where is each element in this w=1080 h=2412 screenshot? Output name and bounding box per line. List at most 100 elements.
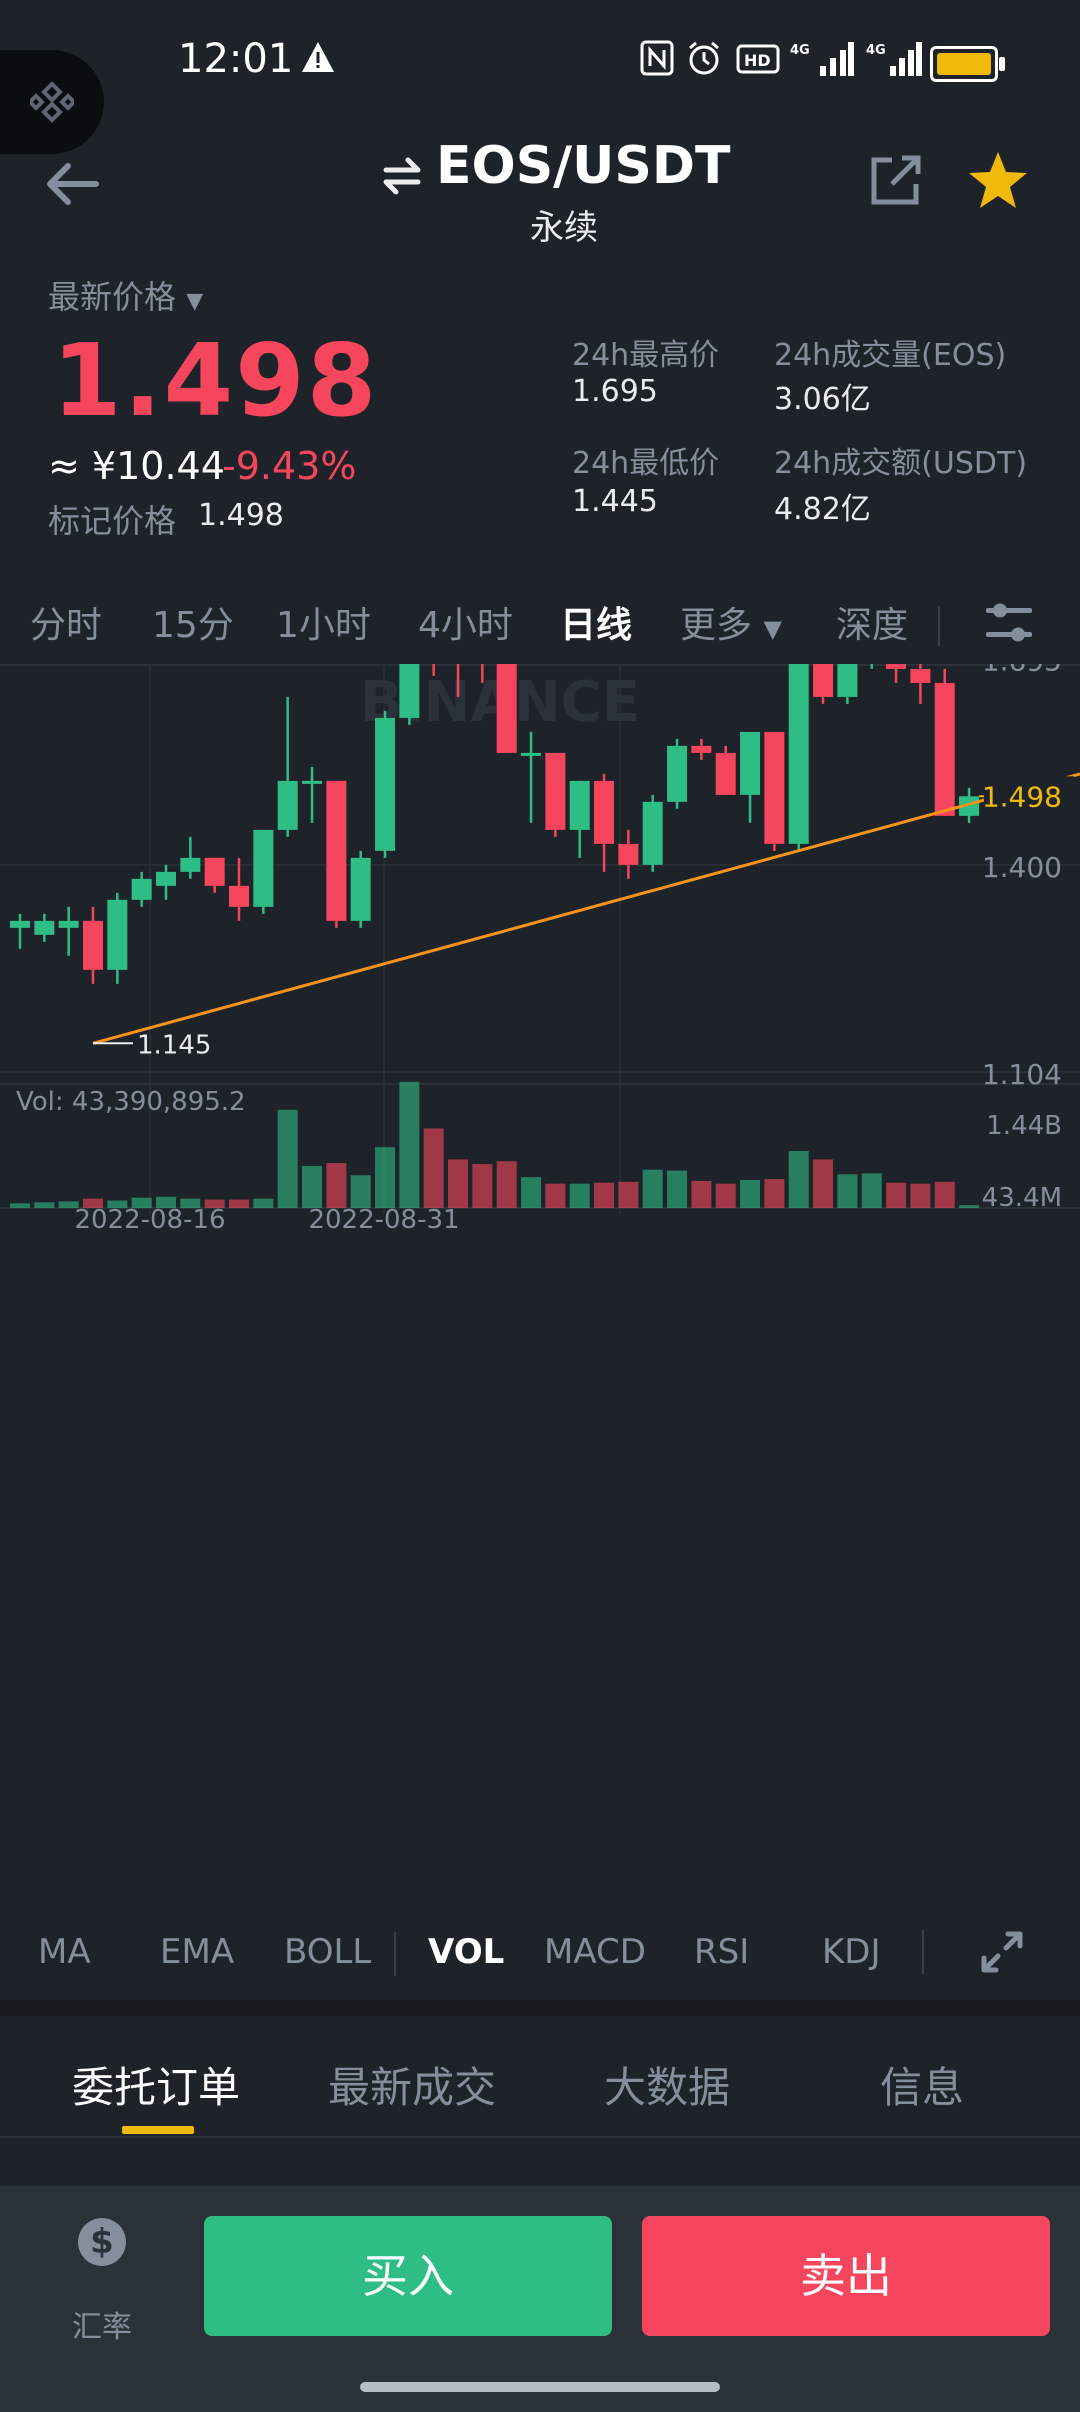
y-tick-label: 1.400 — [982, 851, 1062, 884]
favorite-star-icon[interactable] — [966, 148, 1030, 212]
volume-bar — [788, 1150, 809, 1208]
low-value: 1.445 — [572, 484, 658, 519]
tab-15m[interactable]: 15分 — [152, 596, 234, 648]
candle-body — [10, 920, 30, 928]
tab-more[interactable]: 更多 ▼ — [680, 596, 782, 648]
candle-body — [545, 752, 566, 830]
candle-body — [642, 801, 663, 865]
svg-text:4G: 4G — [790, 43, 810, 58]
candlestick-chart[interactable]: BINANCE1.9901.6951.4001.1041.9501.1451.4… — [0, 664, 1080, 1904]
back-arrow-icon[interactable] — [40, 152, 104, 216]
home-indicator[interactable] — [360, 2382, 720, 2392]
section-band — [0, 2000, 1080, 2016]
ind-boll[interactable]: BOLL — [284, 1932, 371, 1972]
candle-body — [667, 745, 688, 802]
ind-separator-2 — [922, 1930, 924, 1974]
status-bar: 12:01 HD 4G 4G — [0, 0, 1080, 126]
signal-4g-2-icon: 4G — [866, 42, 922, 76]
volume-bar — [569, 1183, 590, 1208]
volume-tick-label: 43.4M — [982, 1183, 1062, 1213]
share-icon[interactable] — [868, 152, 924, 208]
tab-4h[interactable]: 4小时 — [418, 596, 513, 648]
warning-icon — [302, 42, 334, 72]
candle-body — [58, 920, 79, 928]
ind-ema[interactable]: EMA — [160, 1932, 234, 1972]
volume-bar — [521, 1177, 542, 1208]
volume-bar — [375, 1147, 396, 1208]
candle-body — [131, 878, 152, 900]
tab-depth[interactable]: 深度 — [836, 596, 908, 648]
high-label: 24h最高价 — [572, 338, 720, 373]
latest-price-label[interactable]: 最新价格 ▼ — [48, 272, 203, 318]
volume-bar — [910, 1183, 931, 1208]
chart-settings-icon[interactable] — [984, 600, 1034, 646]
ind-rsi[interactable]: RSI — [694, 1932, 749, 1972]
volume-bar — [642, 1169, 663, 1208]
ind-vol[interactable]: VOL — [428, 1932, 504, 1972]
candle-body — [569, 780, 590, 830]
volume-bar — [545, 1183, 566, 1208]
volume-bar — [10, 1203, 30, 1208]
min-annotation-label: 1.145 — [137, 1030, 211, 1060]
candle-body — [837, 664, 858, 697]
x-tick-label: 2022-08-16 — [74, 1205, 225, 1235]
candle-body — [180, 857, 201, 872]
tab-timeshare[interactable]: 分时 — [30, 596, 102, 648]
buy-button[interactable]: 买入 — [204, 2216, 612, 2336]
candle-body — [83, 920, 104, 970]
tab-open-orders[interactable]: 委托订单 — [72, 2054, 240, 2115]
candle-body — [399, 664, 420, 718]
contract-type: 永续 — [530, 208, 598, 248]
candle-body — [107, 899, 128, 970]
binance-logo-icon — [30, 81, 74, 123]
amount-value: 4.82亿 — [774, 492, 871, 527]
fullscreen-icon[interactable] — [978, 1928, 1026, 1976]
ind-ma[interactable]: MA — [38, 1932, 91, 1972]
candle-body — [229, 885, 250, 907]
mark-price-label: 标记价格 — [48, 502, 177, 540]
last-price: 1.498 — [52, 322, 379, 439]
volume-bar — [326, 1163, 347, 1208]
tab-separator — [938, 606, 940, 646]
dollar-icon[interactable]: $ — [78, 2218, 126, 2266]
active-tab-underline — [122, 2126, 194, 2134]
candle-body — [910, 668, 931, 683]
candle-body — [253, 829, 274, 907]
candle-body — [277, 780, 298, 830]
volume-bar — [934, 1181, 955, 1208]
candle-body — [594, 780, 615, 844]
tab-1h[interactable]: 1小时 — [276, 596, 371, 648]
ind-macd[interactable]: MACD — [544, 1932, 646, 1972]
tab-latest-trades[interactable]: 最新成交 — [328, 2054, 496, 2115]
sell-button[interactable]: 卖出 — [642, 2216, 1050, 2336]
dropdown-caret-icon: ▼ — [186, 289, 204, 314]
amount-label: 24h成交额(USDT) — [774, 446, 1028, 481]
candle-body — [375, 717, 396, 851]
volume-bar — [959, 1205, 980, 1208]
volume-bar — [667, 1170, 688, 1208]
tab-big-data[interactable]: 大数据 — [604, 2054, 730, 2115]
tab-1d[interactable]: 日线 — [560, 596, 632, 648]
ind-kdj[interactable]: KDJ — [822, 1932, 881, 1972]
rate-label[interactable]: 汇率 — [72, 2302, 132, 2346]
candle-body — [740, 731, 761, 795]
candle-body — [691, 745, 712, 753]
floating-app-logo[interactable] — [0, 50, 104, 154]
swap-icon[interactable] — [378, 152, 426, 200]
candle-body — [813, 664, 834, 697]
volume-bar — [813, 1159, 834, 1208]
volume-label: Vol: 43,390,895.2 — [16, 1087, 246, 1117]
volume-bar — [302, 1165, 323, 1208]
volume-value: 3.06亿 — [774, 382, 871, 417]
signal-4g-icon: 4G — [790, 42, 854, 76]
candle-body — [764, 731, 785, 844]
pair-title[interactable]: EOS/USDT — [436, 136, 730, 196]
candle-body — [350, 857, 371, 921]
volume-bar — [423, 1128, 444, 1208]
volume-bar — [229, 1199, 250, 1208]
tab-info[interactable]: 信息 — [880, 2054, 964, 2115]
tab-more-label: 更多 — [680, 605, 753, 646]
volume-bar — [764, 1179, 785, 1208]
interval-tabs: 分时 15分 1小时 4小时 日线 更多 ▼ 深度 — [0, 582, 1080, 658]
alarm-icon — [689, 41, 719, 75]
